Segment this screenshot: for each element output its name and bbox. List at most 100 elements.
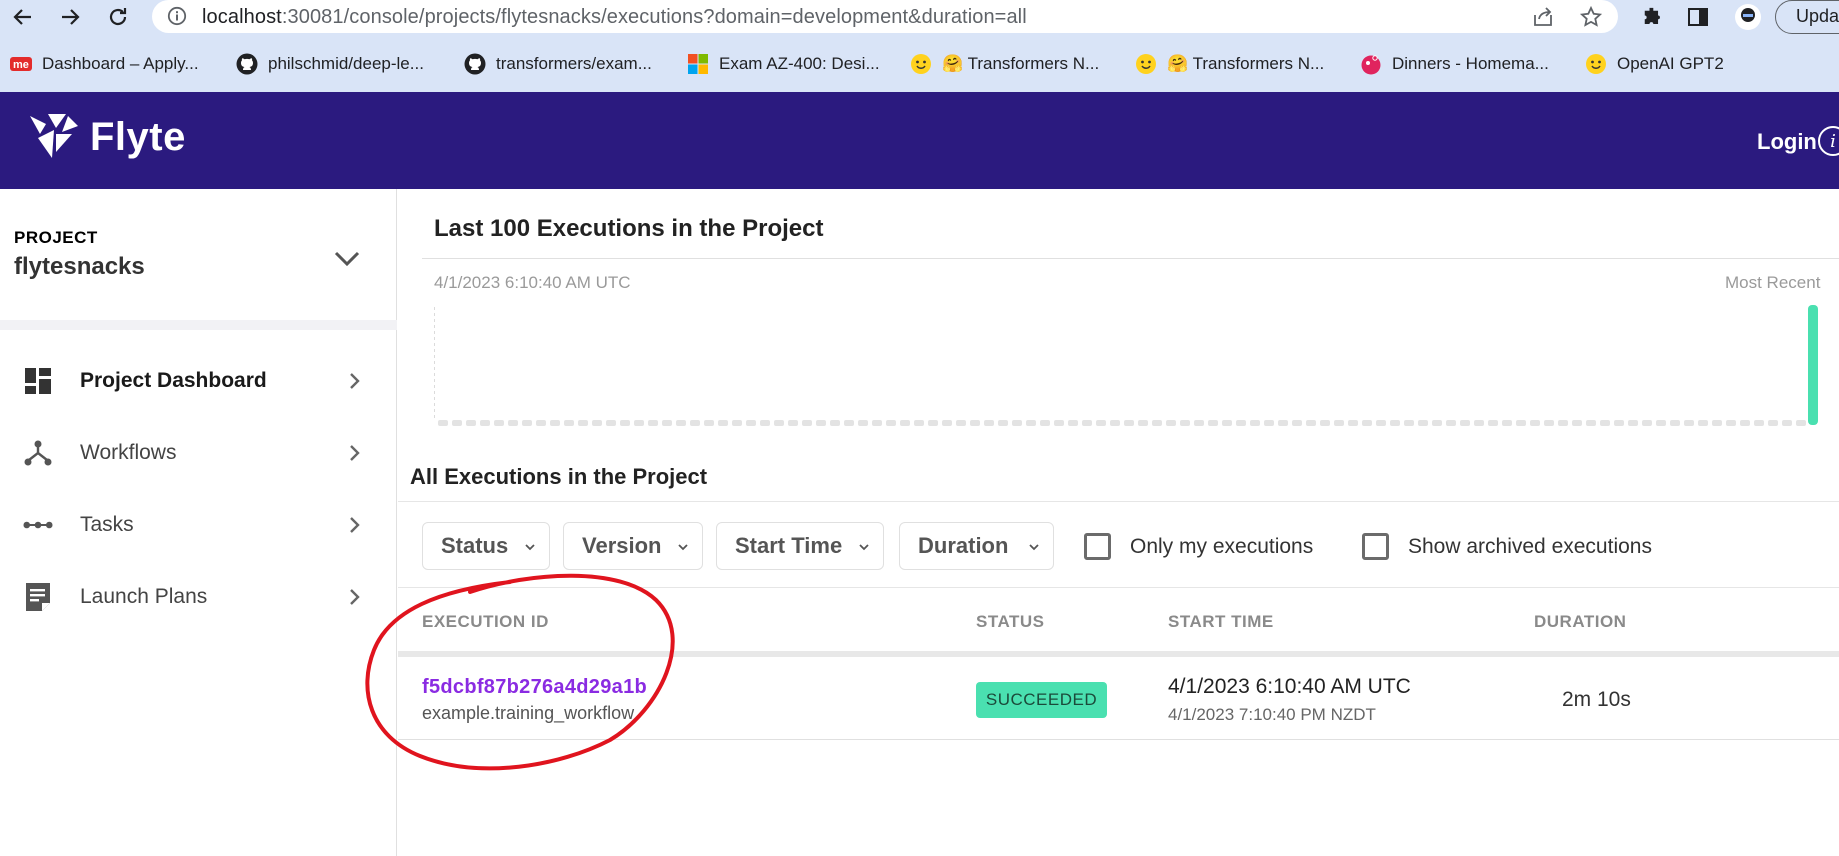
- empty-execution-slot: [816, 420, 826, 426]
- address-bar[interactable]: localhost:30081/console/projects/flytesn…: [152, 0, 1618, 33]
- flyte-logo[interactable]: Flyte: [26, 112, 186, 162]
- filter-label: Duration: [918, 533, 1009, 558]
- dinners-icon: [1360, 53, 1382, 75]
- empty-execution-slot: [452, 420, 462, 426]
- project-label: PROJECT: [14, 228, 98, 247]
- empty-execution-slot: [1390, 420, 1400, 426]
- checkbox-box[interactable]: [1084, 533, 1111, 560]
- empty-execution-slot: [1152, 420, 1162, 426]
- github-icon: [464, 53, 486, 75]
- chevron-down-icon[interactable]: [330, 241, 364, 275]
- empty-execution-slot: [928, 420, 938, 426]
- empty-execution-slot: [956, 420, 966, 426]
- execution-id-link[interactable]: f5dcbf87b276a4d29a1b: [422, 676, 647, 699]
- side-panel-icon[interactable]: [1684, 3, 1712, 31]
- sidebar-item-label: Project Dashboard: [80, 369, 267, 392]
- bookmark-star-icon[interactable]: [1578, 4, 1604, 30]
- empty-execution-slot: [494, 420, 504, 426]
- empty-execution-slot: [550, 420, 560, 426]
- filter-start-time[interactable]: Start Time: [716, 522, 884, 570]
- empty-execution-slot: [1502, 420, 1512, 426]
- project-selector[interactable]: PROJECT flytesnacks: [0, 189, 397, 320]
- update-button[interactable]: Upda: [1775, 0, 1839, 34]
- empty-execution-slot: [1068, 420, 1078, 426]
- dashboard-icon: [22, 365, 54, 397]
- empty-execution-slot: [1376, 420, 1386, 426]
- bookmark-item[interactable]: me Dashboard – Apply...: [10, 46, 199, 82]
- url-text: localhost:30081/console/projects/flytesn…: [202, 6, 1027, 29]
- empty-execution-slot: [1348, 420, 1358, 426]
- column-header-status[interactable]: STATUS: [976, 612, 1044, 632]
- chevron-right-icon: [350, 517, 360, 533]
- login-link[interactable]: Login: [1757, 129, 1817, 155]
- info-icon[interactable]: i: [1818, 126, 1839, 156]
- reload-button[interactable]: [103, 2, 133, 32]
- empty-execution-slot: [1628, 420, 1638, 426]
- column-header-execution-id[interactable]: EXECUTION ID: [422, 612, 549, 632]
- bookmark-item[interactable]: 🤗 Transformers N...: [1135, 46, 1324, 82]
- empty-execution-slot: [1418, 420, 1428, 426]
- site-info-icon[interactable]: [167, 6, 187, 26]
- show-archived-checkbox[interactable]: Show archived executions: [1362, 533, 1652, 560]
- empty-execution-slot: [1544, 420, 1554, 426]
- empty-execution-slot: [662, 420, 672, 426]
- empty-execution-slot: [1012, 420, 1022, 426]
- empty-execution-slot: [774, 420, 784, 426]
- share-icon[interactable]: [1530, 4, 1556, 30]
- empty-execution-slot: [1488, 420, 1498, 426]
- empty-execution-slot: [1194, 420, 1204, 426]
- forward-button[interactable]: [55, 2, 85, 32]
- extensions-puzzle-icon[interactable]: [1638, 3, 1666, 31]
- empty-execution-slot: [676, 420, 686, 426]
- filter-divider: [398, 501, 1839, 502]
- sidebar-item-label: Tasks: [80, 513, 134, 536]
- bookmark-item[interactable]: OpenAI GPT2: [1585, 46, 1724, 82]
- section-title: All Executions in the Project: [410, 464, 708, 489]
- svg-text:me: me: [13, 59, 29, 71]
- bookmark-item[interactable]: philschmid/deep-le...: [236, 46, 424, 82]
- empty-execution-slot: [536, 420, 546, 426]
- empty-execution-slot: [1404, 420, 1414, 426]
- empty-execution-slot: [1600, 420, 1610, 426]
- execution-bar[interactable]: [1808, 305, 1818, 425]
- filter-version[interactable]: Version: [563, 522, 703, 570]
- empty-execution-slot: [648, 420, 658, 426]
- empty-execution-slot: [1306, 420, 1316, 426]
- app-header: Flyte Login i: [0, 92, 1839, 189]
- chevron-down-icon: [678, 544, 688, 551]
- filter-label: Status: [441, 533, 509, 558]
- bookmark-item[interactable]: Exam AZ-400: Desi...: [687, 46, 880, 82]
- empty-execution-slot: [1740, 420, 1750, 426]
- chart-start-label: 4/1/2023 6:10:40 AM UTC: [434, 273, 631, 292]
- profile-avatar-icon[interactable]: [1734, 3, 1762, 31]
- flyte-logo-icon: [30, 114, 78, 158]
- filter-status[interactable]: Status: [422, 522, 550, 570]
- only-my-executions-checkbox[interactable]: Only my executions: [1084, 533, 1313, 560]
- empty-execution-slot: [480, 420, 490, 426]
- chart-divider: [422, 258, 1839, 259]
- table-divider: [398, 587, 1839, 588]
- filter-duration[interactable]: Duration: [899, 522, 1054, 570]
- chevron-down-icon: [525, 544, 535, 551]
- sidebar-item-project-dashboard[interactable]: Project Dashboard: [0, 349, 397, 413]
- checkbox-box[interactable]: [1362, 533, 1389, 560]
- empty-execution-slot: [1082, 420, 1092, 426]
- sidebar-item-launch-plans[interactable]: Launch Plans: [0, 565, 397, 629]
- column-header-duration[interactable]: DURATION: [1534, 612, 1626, 632]
- column-header-start-time[interactable]: START TIME: [1168, 612, 1274, 632]
- bookmark-item[interactable]: 🤗 Transformers N...: [910, 46, 1099, 82]
- empty-execution-slot: [1096, 420, 1106, 426]
- empty-execution-slot: [1320, 420, 1330, 426]
- empty-execution-slot: [1110, 420, 1120, 426]
- empty-execution-slot: [830, 420, 840, 426]
- empty-execution-slot: [984, 420, 994, 426]
- back-button[interactable]: [8, 2, 38, 32]
- bookmarks-bar: me Dashboard – Apply... philschmid/deep-…: [0, 46, 1839, 82]
- sidebar-item-tasks[interactable]: Tasks: [0, 493, 397, 557]
- bookmark-item[interactable]: transformers/exam...: [464, 46, 652, 82]
- bookmark-item[interactable]: Dinners - Homema...: [1360, 46, 1549, 82]
- sidebar-item-workflows[interactable]: Workflows: [0, 421, 397, 485]
- empty-execution-slot: [1474, 420, 1484, 426]
- empty-execution-slot: [1054, 420, 1064, 426]
- chevron-right-icon: [350, 373, 360, 389]
